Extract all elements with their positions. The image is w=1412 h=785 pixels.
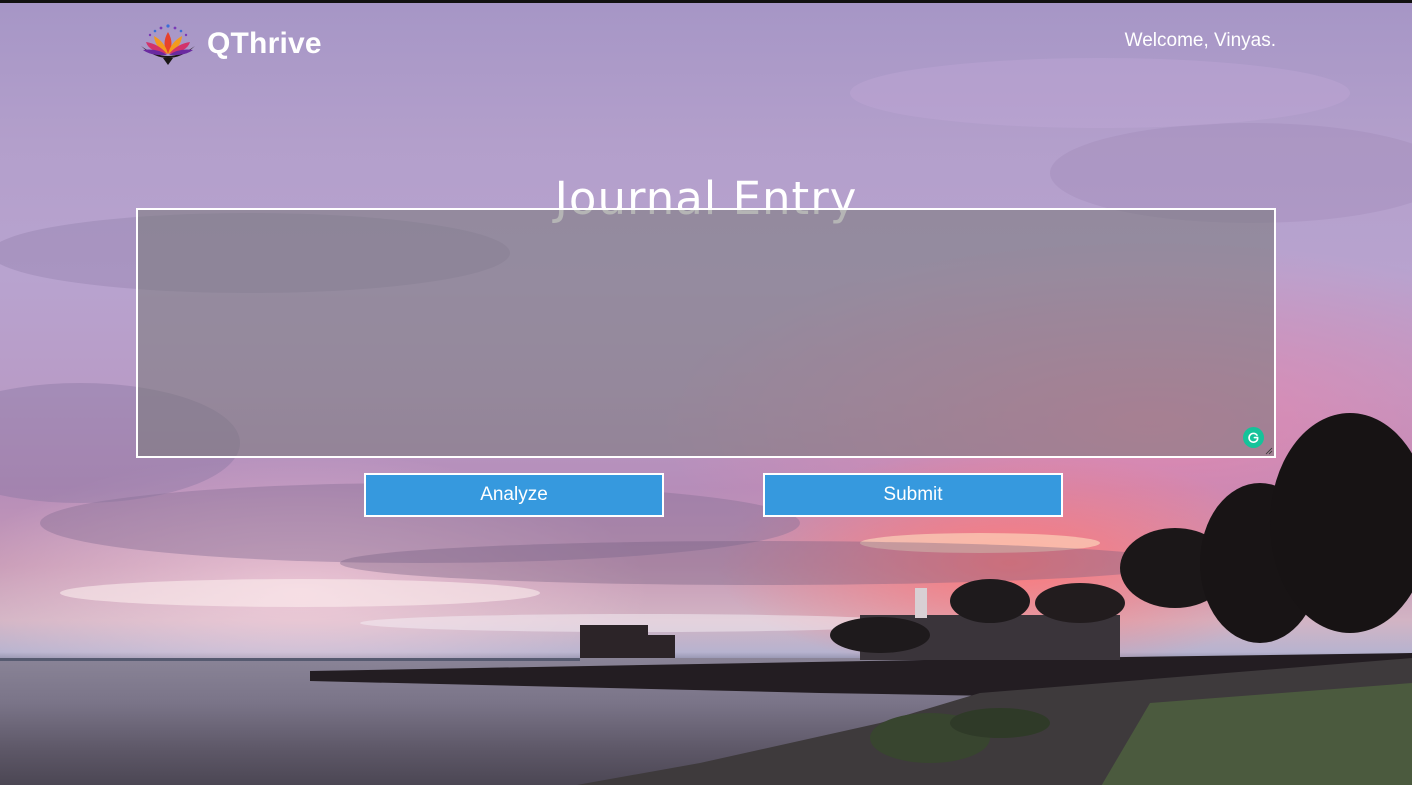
grammarly-g-icon xyxy=(1248,432,1259,443)
window-top-border xyxy=(0,0,1412,3)
journal-entry-textarea[interactable] xyxy=(138,210,1274,456)
submit-button[interactable]: Submit xyxy=(763,473,1063,517)
grammarly-icon[interactable] xyxy=(1243,427,1264,448)
brand-name: QThrive xyxy=(207,27,322,60)
lotus-logo-icon xyxy=(141,24,195,65)
journal-entry-box xyxy=(136,208,1276,458)
analyze-button[interactable]: Analyze xyxy=(364,473,664,517)
brand[interactable]: QThrive xyxy=(137,20,322,68)
welcome-message: Welcome, Vinyas. xyxy=(1124,30,1276,51)
resize-handle-icon[interactable] xyxy=(1265,447,1273,455)
